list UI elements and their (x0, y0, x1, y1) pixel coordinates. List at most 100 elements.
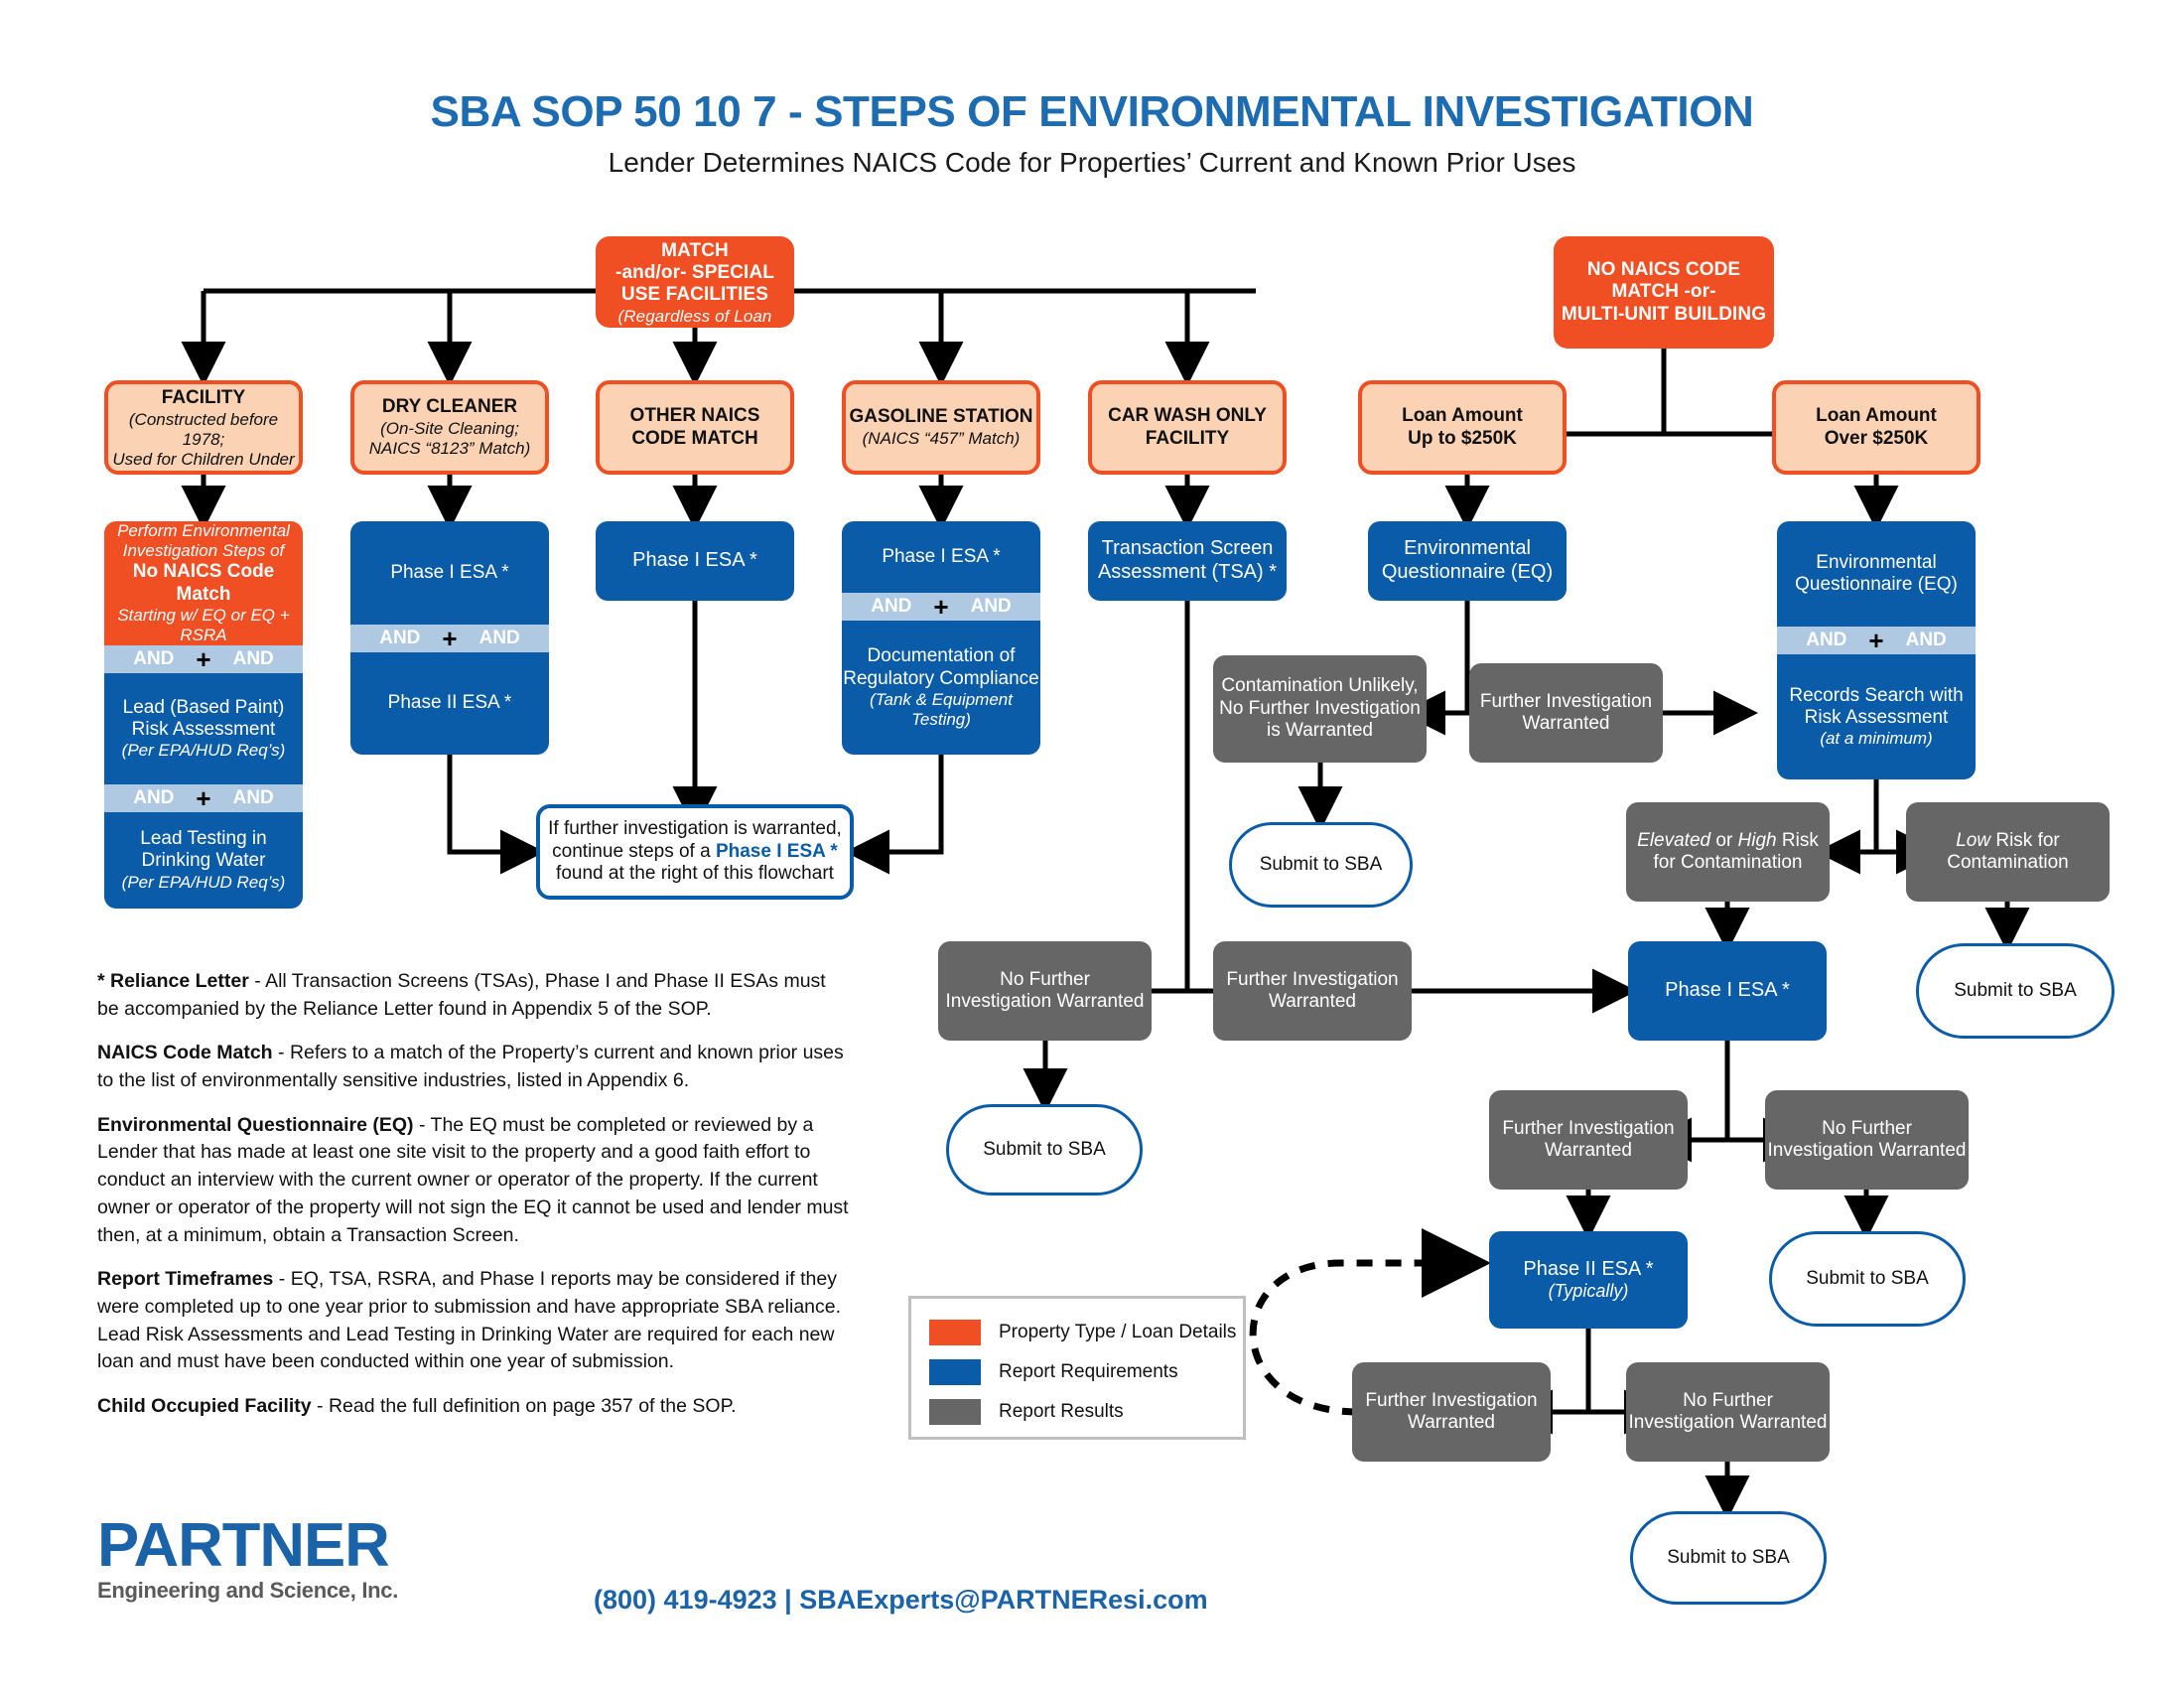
dry-cleaner-line-2: (On-Site Cleaning; (380, 418, 519, 438)
node-phase1-other-naics[interactable]: Phase I ESA * (596, 521, 794, 601)
seg-lead-paint-risk-assessment[interactable]: Lead (Based Paint) Risk Assessment (Per … (104, 673, 303, 784)
legend-swatch (929, 1359, 981, 1385)
node-loan-amount-over-250k[interactable]: Loan Amount Over $250K (1772, 380, 1980, 475)
seg-lead-testing-drinking-water[interactable]: Lead Testing in Drinking Water (Per EPA/… (104, 812, 303, 909)
node-eq-small-loan[interactable]: Environmental Questionnaire (EQ) (1368, 521, 1567, 601)
loan-up-to-line-2: Up to $250K (1408, 427, 1517, 449)
and-band-eq: AND + AND (1777, 626, 1976, 654)
legend-item: Report Requirements (929, 1352, 1243, 1392)
stack-gasoline-requirements[interactable]: Phase I ESA * AND + AND Documentation of… (842, 521, 1040, 755)
other-naics-line-1: OTHER NAICS (629, 405, 760, 427)
further-inv-p1-line-1: Further Investigation (1502, 1117, 1675, 1139)
car-wash-line-1: CAR WASH ONLY (1108, 405, 1267, 427)
eq-small-line-1: Environmental (1404, 537, 1531, 560)
note-line-2-text: continue steps of a (552, 840, 716, 862)
seg-phase1-dry-cleaner[interactable]: Phase I ESA * (350, 521, 549, 625)
seg-perform-env-steps[interactable]: Perform Environmental Investigation Step… (104, 521, 303, 645)
records-search-line-1: Records Search with (1789, 684, 1964, 706)
node-submit-to-sba-b[interactable]: Submit to SBA (1916, 943, 2115, 1039)
contact-info[interactable]: (800) 419-4923 | SBAExperts@PARTNEResi.c… (594, 1585, 1208, 1616)
further-inv-tsa-line-1: Further Investigation (1226, 968, 1399, 990)
node-loan-amount-up-to-250k[interactable]: Loan Amount Up to $250K (1358, 380, 1567, 475)
plus-icon: + (442, 623, 458, 653)
node-other-naics-code-match[interactable]: OTHER NAICS CODE MATCH (596, 380, 794, 475)
perform-steps-line-2: Investigation Steps of (122, 541, 285, 561)
seg-phase1-gasoline[interactable]: Phase I ESA * (842, 521, 1040, 594)
seg-phase2-dry-cleaner[interactable]: Phase II ESA * (350, 651, 549, 755)
node-further-investigation-eq[interactable]: Further Investigation Warranted (1469, 663, 1663, 763)
node-submit-to-sba-c[interactable]: Submit to SBA (946, 1104, 1143, 1196)
note-term: Child Occupied Facility (97, 1394, 312, 1417)
low-word: Low (1956, 829, 1991, 851)
or-word: or (1710, 829, 1738, 851)
note-line-1: If further investigation is warranted, (548, 818, 842, 840)
note-paragraph: * Reliance Letter - All Transaction Scre… (97, 968, 852, 1023)
notes-section: * Reliance Letter - All Transaction Scre… (97, 968, 852, 1438)
node-low-risk[interactable]: Low Risk for Contamination (1906, 802, 2110, 902)
node-further-investigation-tsa[interactable]: Further Investigation Warranted (1213, 941, 1412, 1041)
risk-for-word: Risk for (1990, 829, 2060, 851)
node-transaction-screen-assessment[interactable]: Transaction Screen Assessment (TSA) * (1088, 521, 1287, 601)
dry-cleaner-line-3: NAICS “8123” Match) (368, 438, 531, 458)
and-left: AND (379, 627, 421, 648)
seg-records-search-risk-assessment[interactable]: Records Search with Risk Assessment (at … (1777, 653, 1976, 779)
node-further-investigation-note[interactable]: If further investigation is warranted, c… (536, 804, 854, 900)
node-dry-cleaner[interactable]: DRY CLEANER (On-Site Cleaning; NAICS “81… (350, 380, 549, 475)
and-band-gas: AND + AND (842, 592, 1040, 623)
phase1-other-label: Phase I ESA * (632, 549, 757, 572)
further-inv-p2-line-2: Warranted (1408, 1412, 1495, 1433)
node-no-further-investigation-tsa[interactable]: No Further Investigation Warranted (938, 941, 1152, 1041)
node-further-investigation-after-phase2[interactable]: Further Investigation Warranted (1352, 1362, 1551, 1462)
submit-b-label: Submit to SBA (1954, 979, 2077, 1001)
node-contamination-unlikely[interactable]: Contamination Unlikely, No Further Inves… (1213, 655, 1427, 763)
node-no-naics-code-match[interactable]: NO NAICS CODE MATCH -or- MULTI-UNIT BUIL… (1554, 236, 1774, 349)
seg-eq-large[interactable]: Environmental Questionnaire (EQ) (1777, 521, 1976, 627)
node-child-occupied-facility[interactable]: CHILD-OCCUPIED FACILITY (Constructed bef… (104, 380, 303, 475)
node-further-investigation-after-phase1[interactable]: Further Investigation Warranted (1489, 1090, 1688, 1190)
node-no-further-investigation-after-phase2[interactable]: No Further Investigation Warranted (1626, 1362, 1830, 1462)
low-risk-line-1: Low Risk for (1906, 830, 2110, 852)
logo-wordmark: PARTNER (97, 1511, 390, 1580)
phase2-right-line-1: Phase II ESA * (1523, 1257, 1654, 1280)
node-naics-code-match[interactable]: NAICS CODE MATCH -and/or- SPECIAL USE FA… (596, 236, 794, 328)
node-submit-to-sba-a[interactable]: Submit to SBA (1229, 822, 1413, 908)
note-body: - Read the full definition on page 357 o… (311, 1394, 737, 1417)
child-occupied-line-4: Used for Children Under 6) (112, 449, 295, 471)
node-phase2-esa-right[interactable]: Phase II ESA * (Typically) (1489, 1231, 1688, 1329)
node-phase1-esa-right[interactable]: Phase I ESA * (1628, 941, 1827, 1041)
doc-reg-line-2: Regulatory Compliance (843, 667, 1039, 689)
eq-small-line-2: Questionnaire (EQ) (1381, 561, 1554, 583)
note-term: Report Timeframes (97, 1268, 274, 1291)
no-further-p1-line-1: No Further (1822, 1117, 1912, 1139)
note-paragraph: Report Timeframes - EQ, TSA, RSRA, and P… (97, 1266, 852, 1376)
lead-water-line-3: (Per EPA/HUD Req’s) (121, 872, 286, 892)
stack-dry-cleaner-requirements[interactable]: Phase I ESA * AND + AND Phase II ESA * (350, 521, 549, 755)
stack-child-occupied-requirements[interactable]: Perform Environmental Investigation Step… (104, 521, 303, 909)
lead-water-line-2: Drinking Water (141, 850, 266, 872)
flowchart-canvas: SBA SOP 50 10 7 - STEPS OF ENVIRONMENTAL… (0, 0, 2184, 1688)
loan-over-line-1: Loan Amount (1816, 405, 1937, 427)
tsa-line-1: Transaction Screen (1101, 537, 1274, 560)
further-inv-eq-line-2: Warranted (1522, 713, 1610, 734)
node-submit-to-sba-e[interactable]: Submit to SBA (1630, 1511, 1827, 1605)
plus-icon: + (933, 592, 949, 623)
note-paragraph: NAICS Code Match - Refers to a match of … (97, 1040, 852, 1094)
node-submit-to-sba-d[interactable]: Submit to SBA (1769, 1231, 1966, 1327)
eq-large-line-2: Questionnaire (EQ) (1795, 573, 1958, 595)
elevated-risk-line-1: Elevated or High Risk (1626, 830, 1830, 852)
perform-steps-line-3: No NAICS Code Match (132, 561, 275, 605)
and-left: AND (871, 596, 912, 618)
risk-word: Risk (1776, 829, 1819, 851)
legend-item: Report Results (929, 1392, 1243, 1432)
node-gasoline-station[interactable]: GASOLINE STATION (NAICS “457” Match) (842, 380, 1040, 475)
node-no-further-investigation-after-phase1[interactable]: No Further Investigation Warranted (1765, 1090, 1969, 1190)
node-elevated-or-high-risk[interactable]: Elevated or High Risk for Contamination (1626, 802, 1830, 902)
node-car-wash-only-facility[interactable]: CAR WASH ONLY FACILITY (1088, 380, 1287, 475)
stack-eq-large-loan[interactable]: Environmental Questionnaire (EQ) AND + A… (1777, 521, 1976, 779)
eq-large-line-1: Environmental (1816, 551, 1937, 573)
and-band-dry: AND + AND (350, 623, 549, 653)
further-inv-p1-line-2: Warranted (1545, 1140, 1632, 1161)
elevated-risk-line-2: for Contamination (1653, 852, 1803, 873)
seg-documentation-regulatory-compliance[interactable]: Documentation of Regulatory Compliance (… (842, 621, 1040, 755)
page-title: SBA SOP 50 10 7 - STEPS OF ENVIRONMENTAL… (430, 87, 1754, 136)
